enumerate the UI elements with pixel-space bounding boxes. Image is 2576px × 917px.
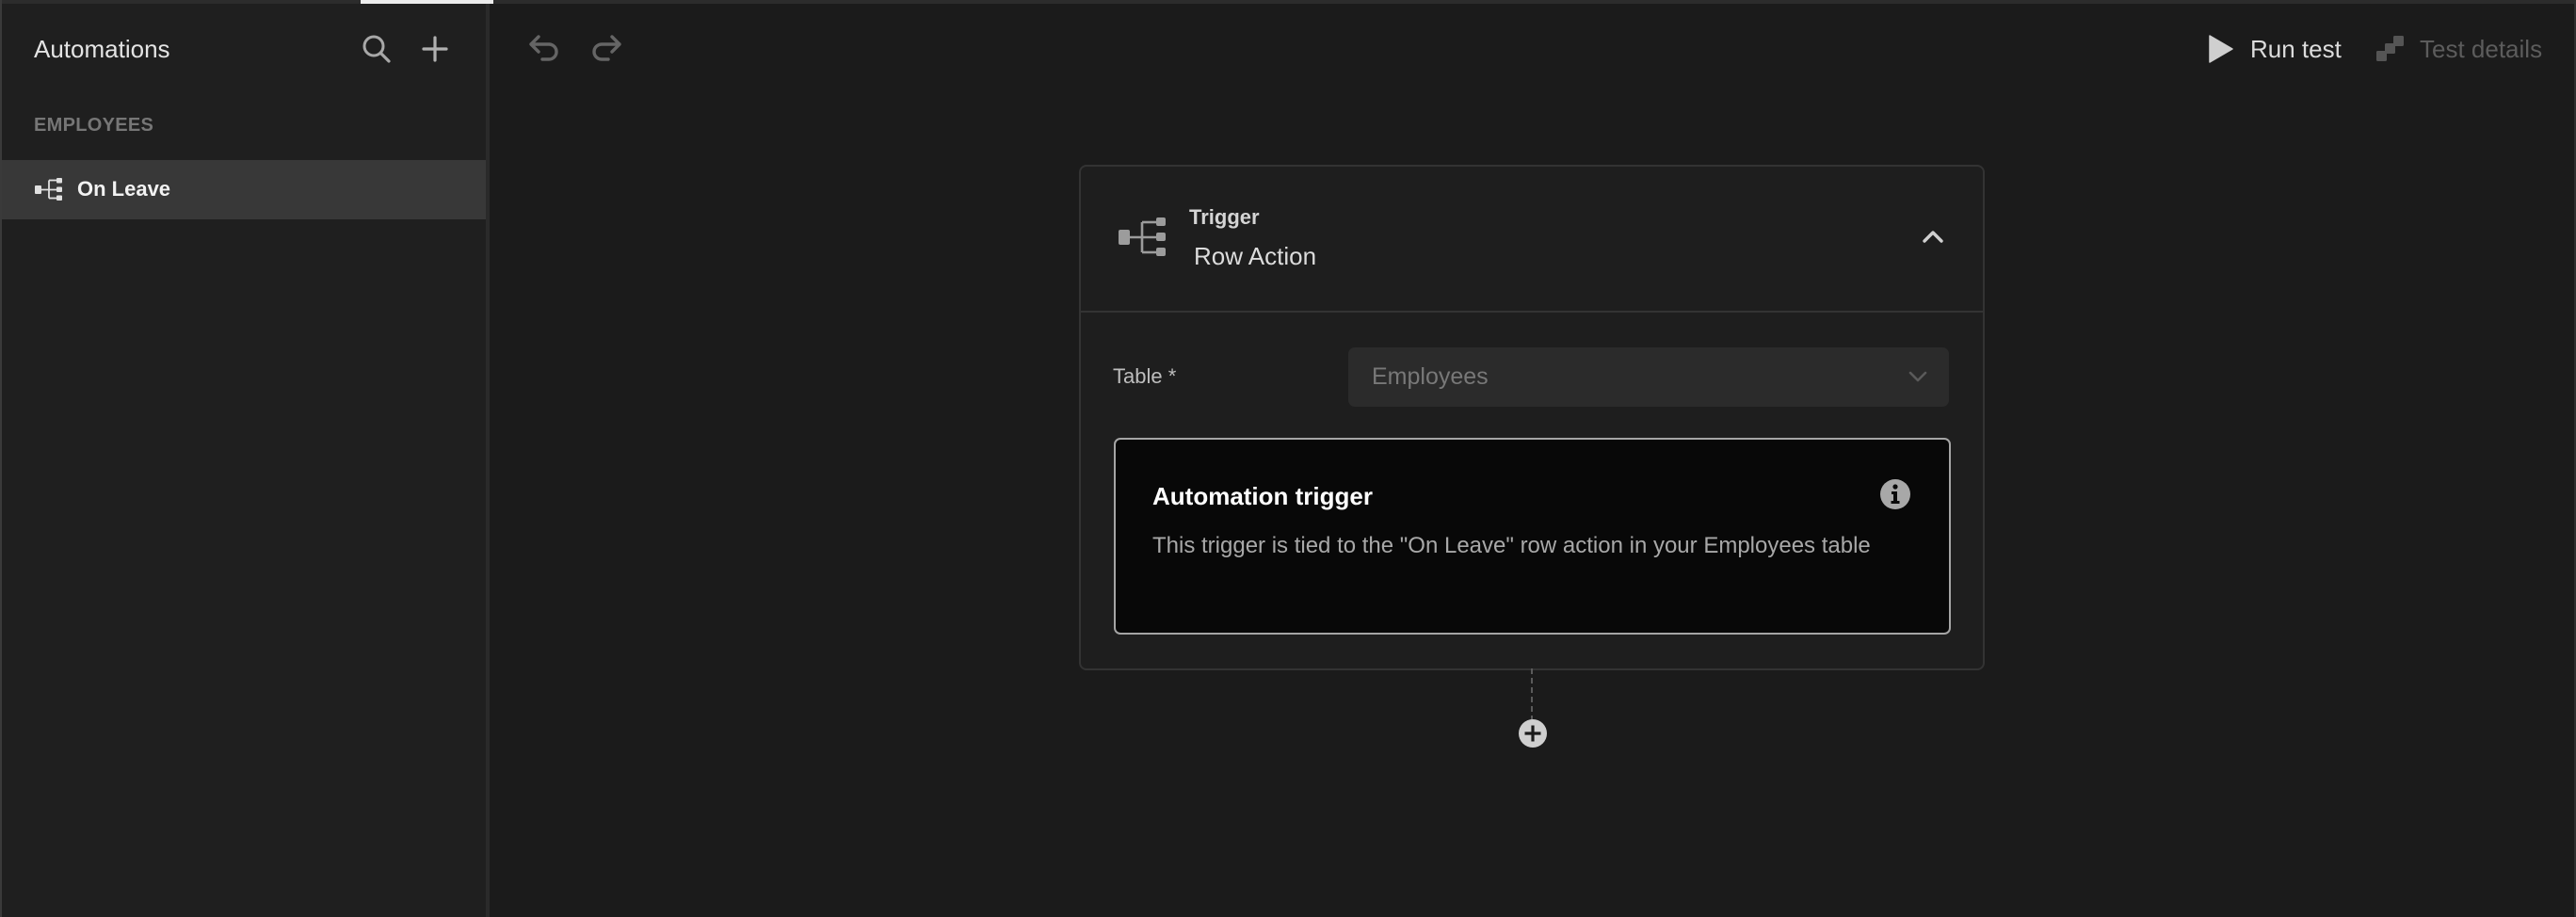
steps-icon bbox=[2376, 36, 2404, 61]
sidebar-item-on-leave[interactable]: On Leave bbox=[2, 160, 486, 219]
chevron-up-icon[interactable] bbox=[1919, 223, 1947, 249]
run-test-label: Run test bbox=[2250, 35, 2342, 63]
play-icon bbox=[2209, 35, 2233, 63]
table-field-label: Table * bbox=[1113, 364, 1177, 388]
search-button[interactable] bbox=[360, 33, 394, 65]
automation-trigger-info: Automation trigger This trigger is tied … bbox=[1114, 438, 1951, 635]
trigger-card-header[interactable]: Trigger Row Action bbox=[1081, 167, 1983, 313]
plus-circle-icon bbox=[1519, 719, 1547, 748]
info-title: Automation trigger bbox=[1152, 482, 1373, 510]
plus-icon bbox=[422, 36, 448, 62]
chevron-down-icon bbox=[1908, 371, 1927, 382]
test-details-label: Test details bbox=[2420, 35, 2543, 63]
step-connector bbox=[1531, 668, 1533, 721]
sidebar-divider[interactable] bbox=[486, 4, 490, 917]
table-select[interactable]: Employees bbox=[1348, 347, 1949, 407]
trigger-card: Trigger Row Action Table * Employees Aut… bbox=[1079, 165, 1985, 670]
undo-button[interactable] bbox=[525, 32, 563, 66]
table-select-value: Employees bbox=[1372, 363, 1489, 390]
search-icon bbox=[362, 35, 391, 63]
trigger-type-label: Trigger bbox=[1189, 205, 1260, 229]
sidebar-title: Automations bbox=[34, 35, 170, 63]
automations-sidebar bbox=[2, 4, 486, 917]
branch-trigger-icon bbox=[1119, 217, 1166, 256]
branch-trigger-icon bbox=[35, 178, 62, 201]
test-details-button[interactable]: Test details bbox=[2371, 28, 2559, 70]
add-automation-button[interactable] bbox=[417, 33, 453, 65]
trigger-name: Row Action bbox=[1194, 242, 1317, 270]
redo-button[interactable] bbox=[588, 32, 625, 66]
redo-icon bbox=[592, 35, 621, 61]
sidebar-group-employees: EMPLOYEES bbox=[34, 115, 154, 136]
sidebar-item-label: On Leave bbox=[77, 177, 171, 201]
run-test-button[interactable]: Run test bbox=[2203, 28, 2344, 70]
add-step-button[interactable] bbox=[1518, 718, 1548, 748]
info-text: This trigger is tied to the "On Leave" r… bbox=[1152, 533, 1871, 558]
undo-icon bbox=[529, 35, 558, 61]
info-icon[interactable] bbox=[1879, 478, 1911, 510]
